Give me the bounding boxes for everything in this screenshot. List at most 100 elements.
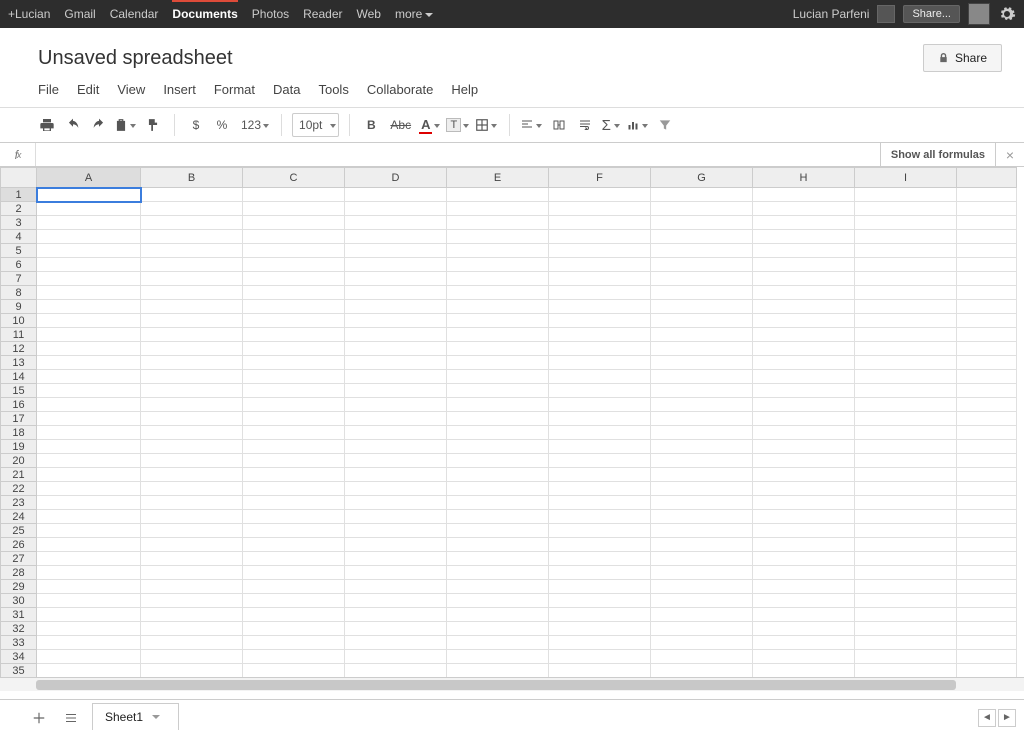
cell[interactable] <box>345 538 447 552</box>
cell[interactable] <box>37 510 141 524</box>
menu-tools[interactable]: Tools <box>318 82 348 97</box>
cell[interactable] <box>855 510 957 524</box>
cell[interactable] <box>345 580 447 594</box>
cell[interactable] <box>855 258 957 272</box>
cell[interactable] <box>855 482 957 496</box>
cell[interactable] <box>141 244 243 258</box>
row-header[interactable]: 29 <box>1 580 37 594</box>
cell[interactable] <box>753 426 855 440</box>
topbar-share-button[interactable]: Share... <box>903 5 960 23</box>
cell[interactable] <box>243 384 345 398</box>
cell[interactable] <box>753 286 855 300</box>
cell[interactable] <box>549 454 651 468</box>
cell[interactable] <box>651 440 753 454</box>
cell[interactable] <box>753 496 855 510</box>
cell[interactable] <box>345 188 447 202</box>
row-header[interactable]: 16 <box>1 398 37 412</box>
cell[interactable] <box>345 496 447 510</box>
row-header[interactable]: 15 <box>1 384 37 398</box>
cell[interactable] <box>447 468 549 482</box>
cell[interactable] <box>447 258 549 272</box>
cell[interactable] <box>549 636 651 650</box>
cell[interactable] <box>549 524 651 538</box>
cell[interactable] <box>651 552 753 566</box>
cell[interactable] <box>243 272 345 286</box>
cell[interactable] <box>243 482 345 496</box>
cell[interactable] <box>651 524 753 538</box>
cell[interactable] <box>957 622 1017 636</box>
cell[interactable] <box>855 594 957 608</box>
cell[interactable] <box>651 314 753 328</box>
column-header[interactable]: B <box>141 168 243 188</box>
cell[interactable] <box>549 440 651 454</box>
cell[interactable] <box>855 426 957 440</box>
cell[interactable] <box>957 202 1017 216</box>
cell[interactable] <box>855 636 957 650</box>
cell[interactable] <box>651 216 753 230</box>
cell[interactable] <box>549 300 651 314</box>
cell[interactable] <box>957 188 1017 202</box>
cell[interactable] <box>651 258 753 272</box>
cell[interactable] <box>345 594 447 608</box>
cell[interactable] <box>549 216 651 230</box>
cell[interactable] <box>651 650 753 664</box>
cell[interactable] <box>345 286 447 300</box>
menu-format[interactable]: Format <box>214 82 255 97</box>
cell[interactable] <box>141 636 243 650</box>
cell[interactable] <box>345 230 447 244</box>
cell[interactable] <box>753 370 855 384</box>
menu-file[interactable]: File <box>38 82 59 97</box>
cell[interactable] <box>549 510 651 524</box>
topnav-item-reader[interactable]: Reader <box>303 7 342 21</box>
row-header[interactable]: 34 <box>1 650 37 664</box>
cell[interactable] <box>243 664 345 678</box>
cell[interactable] <box>651 244 753 258</box>
cell[interactable] <box>345 216 447 230</box>
cell[interactable] <box>651 664 753 678</box>
sheet-tab[interactable]: Sheet1 <box>92 703 179 730</box>
cell[interactable] <box>549 538 651 552</box>
row-header[interactable]: 13 <box>1 356 37 370</box>
cell[interactable] <box>753 188 855 202</box>
percent-format-button[interactable]: % <box>211 113 233 137</box>
cell[interactable] <box>651 230 753 244</box>
cell[interactable] <box>243 244 345 258</box>
cell[interactable] <box>753 482 855 496</box>
cell[interactable] <box>141 608 243 622</box>
row-header[interactable]: 11 <box>1 328 37 342</box>
cell[interactable] <box>957 244 1017 258</box>
cell[interactable] <box>651 496 753 510</box>
cell[interactable] <box>345 440 447 454</box>
cell[interactable] <box>855 412 957 426</box>
row-header[interactable]: 10 <box>1 314 37 328</box>
cell[interactable] <box>141 202 243 216</box>
cell[interactable] <box>549 328 651 342</box>
column-header[interactable]: A <box>37 168 141 188</box>
cell[interactable] <box>855 384 957 398</box>
cell[interactable] <box>855 370 957 384</box>
cell[interactable] <box>447 482 549 496</box>
cell[interactable] <box>957 398 1017 412</box>
cell[interactable] <box>141 538 243 552</box>
cell[interactable] <box>957 468 1017 482</box>
cell[interactable] <box>243 216 345 230</box>
cell[interactable] <box>753 300 855 314</box>
cell[interactable] <box>651 370 753 384</box>
cell[interactable] <box>651 328 753 342</box>
cell[interactable] <box>243 426 345 440</box>
cell[interactable] <box>243 454 345 468</box>
cell[interactable] <box>141 566 243 580</box>
cell[interactable] <box>753 594 855 608</box>
cell[interactable] <box>345 566 447 580</box>
cell[interactable] <box>37 286 141 300</box>
cell[interactable] <box>753 650 855 664</box>
cell[interactable] <box>957 566 1017 580</box>
cell[interactable] <box>37 440 141 454</box>
cell[interactable] <box>753 510 855 524</box>
cell[interactable] <box>37 496 141 510</box>
cell[interactable] <box>141 622 243 636</box>
cell[interactable] <box>855 216 957 230</box>
cell[interactable] <box>243 524 345 538</box>
insert-chart-button[interactable] <box>626 113 650 137</box>
menu-edit[interactable]: Edit <box>77 82 99 97</box>
